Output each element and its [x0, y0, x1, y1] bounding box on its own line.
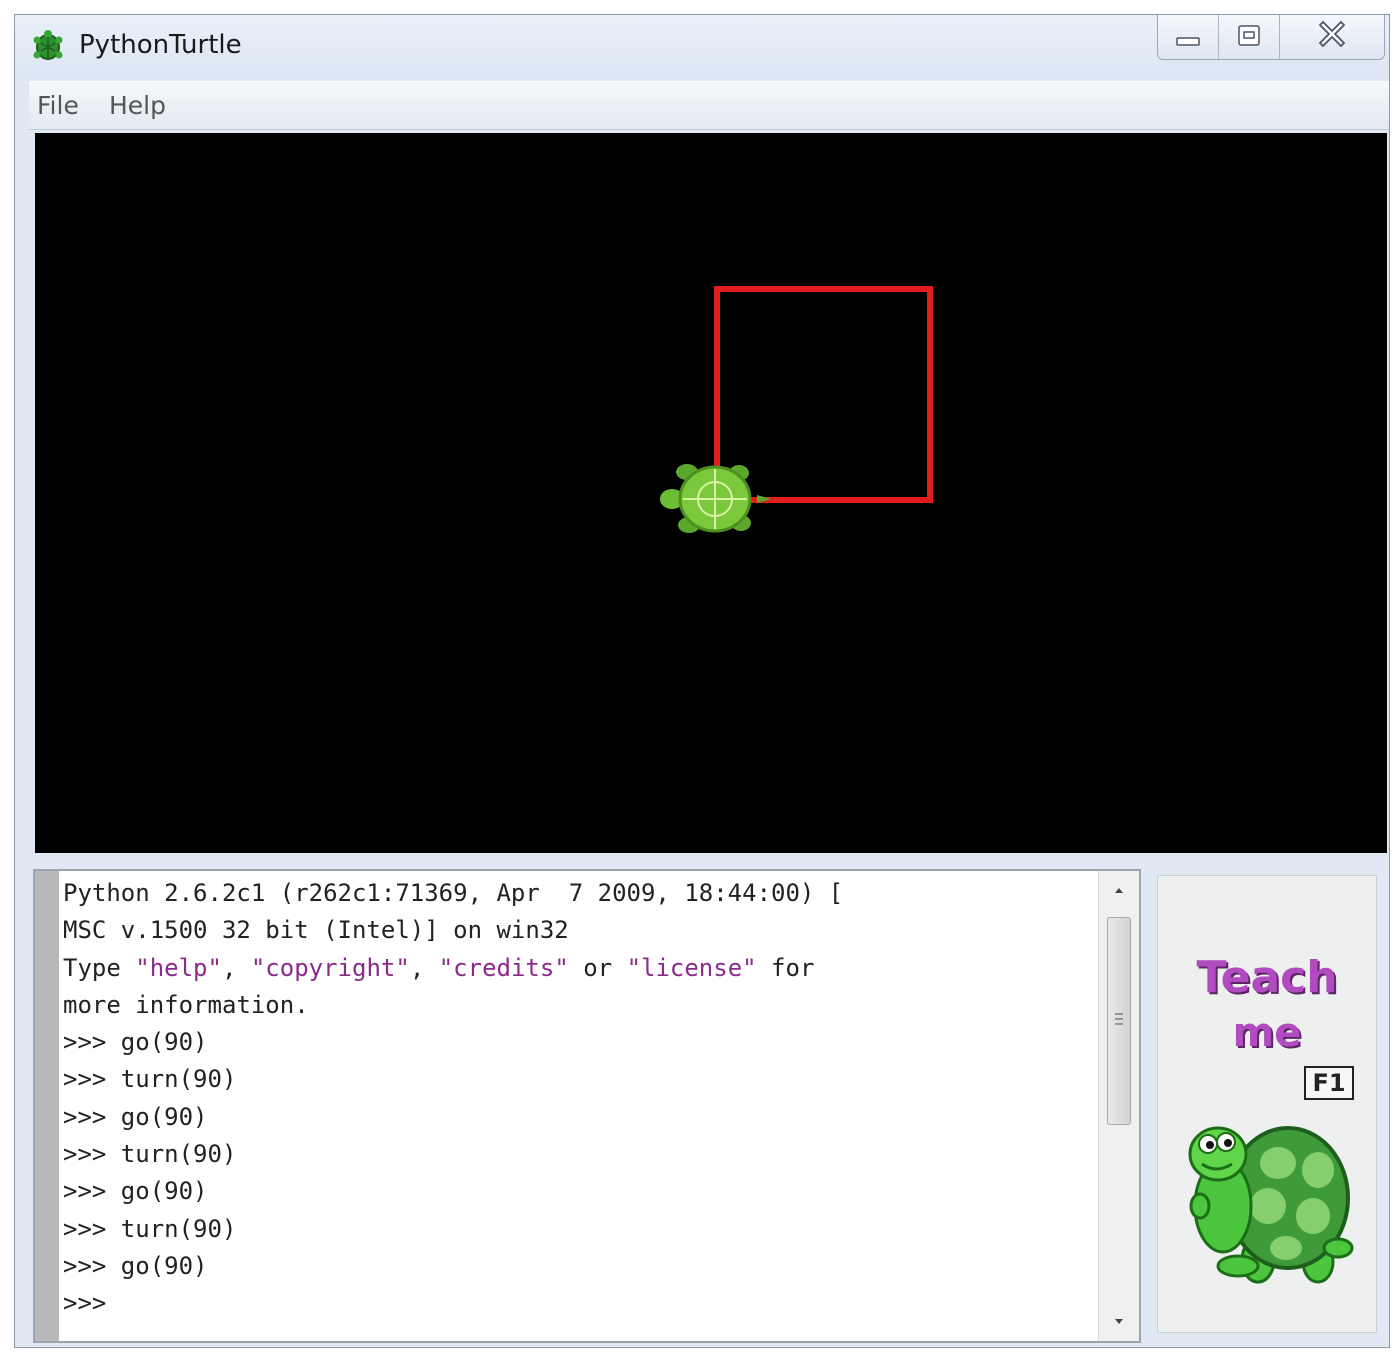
shell-info-line: Type "help", "copyright", "credits" or "… — [63, 953, 815, 982]
minimize-icon — [1176, 37, 1200, 46]
teach-title: Teach — [1196, 952, 1338, 1003]
shell-history-line: >>> go(90) — [63, 1102, 208, 1131]
app-window: PythonTurtle File Help Python 2.6.2c1 (r… — [14, 14, 1390, 1348]
shell-banner-line: Python 2.6.2c1 (r262c1:71369, Apr 7 2009… — [63, 879, 844, 907]
teach-me-button[interactable]: Teach me F1 — [1157, 875, 1377, 1333]
f1-shortcut-badge: F1 — [1304, 1066, 1354, 1100]
minimize-button[interactable] — [1158, 15, 1219, 59]
shell-info-line: more information. — [63, 990, 309, 1019]
shell-gutter — [35, 871, 59, 1341]
shell-history-line: >>> turn(90) — [63, 1214, 237, 1243]
menu-help[interactable]: Help — [105, 91, 170, 120]
maximize-button[interactable] — [1219, 15, 1280, 59]
turtle-app-icon — [31, 29, 65, 63]
maximize-icon — [1238, 25, 1260, 46]
shell-banner-line: MSC v.1500 32 bit (Intel)] on win32 — [63, 916, 569, 945]
window-title: PythonTurtle — [79, 30, 242, 60]
shell-history-line: >>> turn(90) — [63, 1065, 237, 1094]
teach-subtitle: me — [1232, 1010, 1302, 1056]
title-bar[interactable]: PythonTurtle — [15, 15, 1389, 79]
shell-prompt[interactable]: >>> — [63, 1285, 1103, 1322]
shell-history-line: >>> turn(90) — [63, 1140, 237, 1169]
grip-icon — [1115, 1013, 1123, 1025]
menu-file[interactable]: File — [33, 91, 83, 120]
shell-output[interactable]: Python 2.6.2c1 (r262c1:71369, Apr 7 2009… — [63, 875, 1103, 1323]
shell-scrollbar[interactable] — [1098, 871, 1139, 1341]
caption-buttons — [1157, 15, 1385, 60]
drawn-square — [714, 286, 933, 503]
shell-history-line: >>> go(90) — [63, 1251, 208, 1280]
cartoon-turtle-icon — [1188, 1126, 1354, 1284]
menu-bar: File Help — [29, 81, 1389, 130]
turtle-canvas[interactable] — [35, 133, 1387, 853]
scroll-down-icon[interactable] — [1099, 1309, 1139, 1339]
python-shell[interactable]: Python 2.6.2c1 (r262c1:71369, Apr 7 2009… — [33, 869, 1141, 1343]
close-icon — [1318, 20, 1346, 48]
shell-history-line: >>> go(90) — [63, 1177, 208, 1206]
turtle-drawing — [660, 286, 933, 533]
shell-history-line: >>> go(90) — [63, 1028, 208, 1057]
scroll-up-icon[interactable] — [1099, 873, 1139, 903]
scroll-thumb[interactable] — [1107, 917, 1131, 1125]
close-button[interactable] — [1280, 15, 1384, 59]
